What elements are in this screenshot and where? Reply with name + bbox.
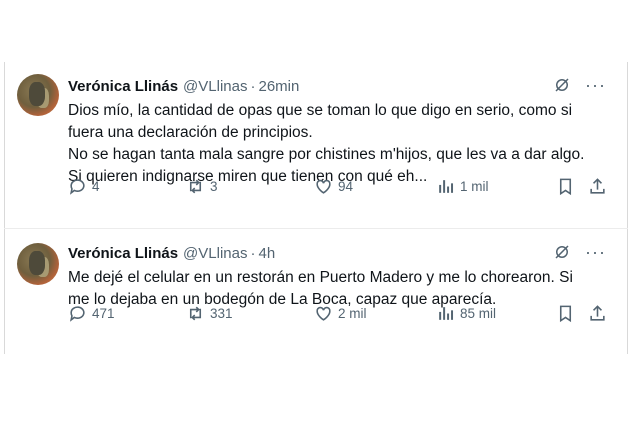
share-button[interactable] xyxy=(588,304,607,323)
views-button[interactable]: 1 mil xyxy=(436,177,489,196)
heart-icon xyxy=(316,179,331,194)
tweet-header-actions: ··· xyxy=(553,243,606,261)
views-button[interactable]: 85 mil xyxy=(436,304,496,323)
repost-icon xyxy=(189,306,202,320)
reply-button[interactable]: 471 xyxy=(68,304,115,323)
tweet-feed: Verónica Llinás @VLlinas · 26min ··· Dio… xyxy=(4,62,628,354)
more-icon[interactable]: ··· xyxy=(585,243,606,261)
share-icon xyxy=(590,304,605,321)
views-count: 85 mil xyxy=(460,305,497,321)
reply-button[interactable]: 4 xyxy=(68,177,100,196)
reply-count: 471 xyxy=(92,305,115,321)
repost-button[interactable]: 3 xyxy=(186,177,218,196)
author-handle[interactable]: @VLlinas xyxy=(183,78,247,95)
repost-icon xyxy=(189,179,202,193)
bookmark-button[interactable] xyxy=(556,177,575,196)
share-button[interactable] xyxy=(588,177,607,196)
grok-icon[interactable] xyxy=(553,76,571,94)
author-name[interactable]: Verónica Llinás xyxy=(68,245,178,262)
bookmark-button[interactable] xyxy=(556,304,575,323)
views-icon xyxy=(439,306,454,320)
separator-dot: · xyxy=(250,244,256,262)
like-button[interactable]: 2 mil xyxy=(314,304,367,323)
views-icon xyxy=(439,179,454,193)
reply-icon xyxy=(69,305,85,322)
reply-count: 4 xyxy=(92,178,100,194)
tweet[interactable]: Verónica Llinás @VLlinas · 26min ··· Dio… xyxy=(4,62,628,228)
repost-button[interactable]: 331 xyxy=(186,304,233,323)
separator-dot: · xyxy=(250,77,256,95)
tweet-header: Verónica Llinás @VLlinas · 4h xyxy=(68,243,616,263)
tweet-text: Dios mío, la cantidad de opas que se tom… xyxy=(68,102,585,185)
heart-icon xyxy=(316,306,331,321)
bookmark-icon xyxy=(559,178,572,195)
share-icon xyxy=(590,177,605,194)
tweet-time[interactable]: 4h xyxy=(258,245,275,262)
like-count: 2 mil xyxy=(338,305,367,321)
author-name[interactable]: Verónica Llinás xyxy=(68,78,178,95)
tweet[interactable]: Verónica Llinás @VLlinas · 4h ··· Me dej… xyxy=(4,228,628,354)
avatar[interactable] xyxy=(17,74,59,116)
like-button[interactable]: 94 xyxy=(314,177,353,196)
grok-icon[interactable] xyxy=(553,243,571,261)
bookmark-icon xyxy=(559,305,572,322)
tweet-header-actions: ··· xyxy=(553,76,606,94)
tweet-header: Verónica Llinás @VLlinas · 26min xyxy=(68,76,616,96)
views-count: 1 mil xyxy=(460,178,489,194)
tweet-time[interactable]: 26min xyxy=(258,78,299,95)
avatar[interactable] xyxy=(17,243,59,285)
repost-count: 331 xyxy=(210,305,233,321)
like-count: 94 xyxy=(338,178,354,194)
repost-count: 3 xyxy=(210,178,218,194)
reply-icon xyxy=(69,178,85,195)
more-icon[interactable]: ··· xyxy=(585,76,606,94)
author-handle[interactable]: @VLlinas xyxy=(183,245,247,262)
